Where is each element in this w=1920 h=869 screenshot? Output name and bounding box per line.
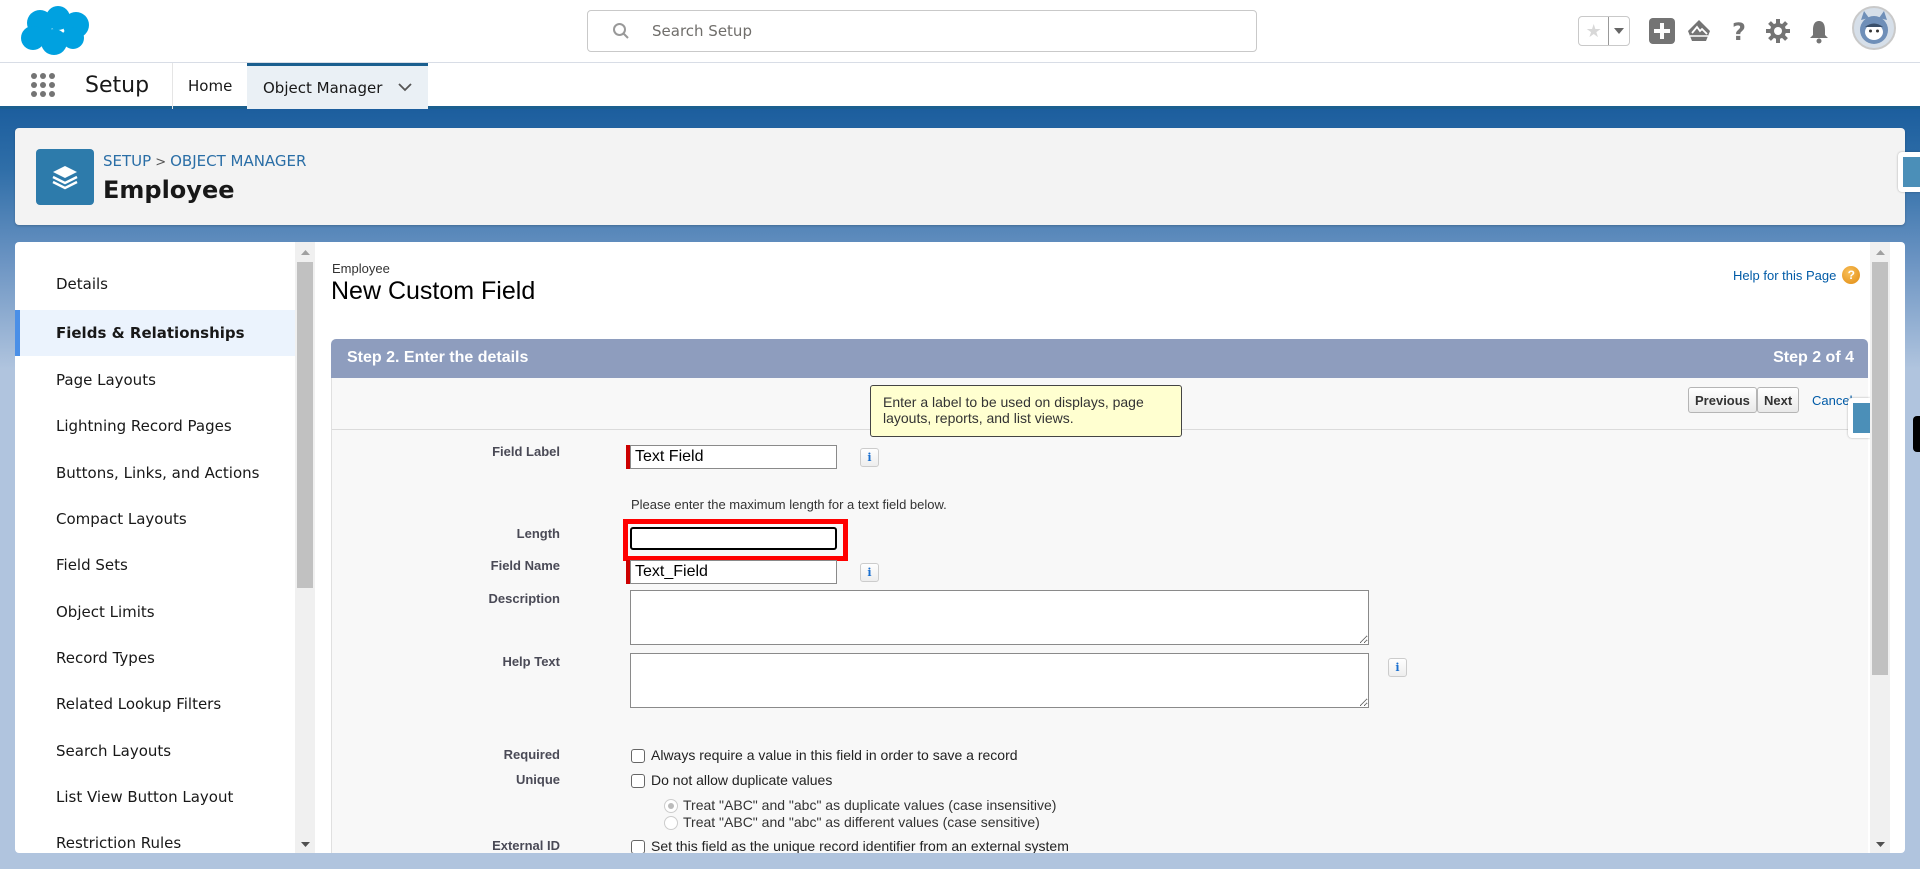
help-for-this-page-link[interactable]: Help for this Page ? xyxy=(1733,266,1861,284)
sidebar-item-restriction-rules[interactable]: Restriction Rules xyxy=(15,820,295,853)
case-insensitive-text: Treat "ABC" and "abc" as duplicate value… xyxy=(683,797,1057,813)
sidebar-item-list-view-button-layout[interactable]: List View Button Layout xyxy=(15,774,295,820)
required-label: Required xyxy=(503,747,560,762)
help-link-label[interactable]: Help for this Page xyxy=(1733,268,1836,283)
object-title: Employee xyxy=(103,176,235,204)
unique-label: Unique xyxy=(515,772,560,787)
object-header: SETUP > OBJECT MANAGER Employee xyxy=(15,128,1905,225)
field-label-input[interactable] xyxy=(630,445,837,469)
field-label-tooltip: Enter a label to be used on displays, pa… xyxy=(870,385,1182,437)
length-input[interactable] xyxy=(630,527,837,550)
breadcrumb-object-manager[interactable]: OBJECT MANAGER xyxy=(170,152,306,170)
form-button-row: Previous Next Cancel Enter a label to be… xyxy=(332,378,1869,437)
tab-home[interactable]: Home xyxy=(172,63,247,109)
main-scrollbar[interactable] xyxy=(1870,242,1890,853)
external-id-checkbox-text: Set this field as the unique record iden… xyxy=(651,838,1069,853)
sidebar-scrollbar[interactable] xyxy=(295,242,315,853)
layers-icon xyxy=(36,149,94,205)
app-name: Setup xyxy=(85,73,150,98)
panel-toggle-handle[interactable] xyxy=(1898,152,1920,192)
svg-text:?: ? xyxy=(1732,18,1746,44)
step-title: Step 2. Enter the details xyxy=(347,349,529,366)
object-label: Employee xyxy=(332,261,390,276)
sidebar-item-object-limits[interactable]: Object Limits xyxy=(15,589,295,635)
field-name-label: Field Name xyxy=(490,558,560,573)
app-launcher-icon[interactable] xyxy=(30,72,56,98)
case-insensitive-radio[interactable] xyxy=(664,799,678,813)
sidebar-item-details[interactable]: Details xyxy=(15,261,295,307)
step-header: Step 2. Enter the details Step 2 of 4 xyxy=(331,339,1868,378)
search-setup-box[interactable] xyxy=(587,10,1257,52)
favorites-dropdown-icon[interactable] xyxy=(1608,17,1629,45)
scroll-up-arrow-icon[interactable] xyxy=(1870,245,1890,259)
case-sensitive-radio[interactable] xyxy=(664,816,678,830)
cancel-link[interactable]: Cancel xyxy=(1812,393,1852,408)
tab-object-manager[interactable]: Object Manager xyxy=(247,63,428,109)
sidebar-item-lightning-record-pages[interactable]: Lightning Record Pages xyxy=(15,403,295,449)
required-checkbox[interactable] xyxy=(631,749,645,763)
setup-gear-icon[interactable] xyxy=(1765,18,1791,44)
next-button[interactable]: Next xyxy=(1757,387,1800,413)
help-text-label: Help Text xyxy=(502,654,560,669)
sidebar-item-compact-layouts[interactable]: Compact Layouts xyxy=(15,496,295,542)
external-id-checkbox[interactable] xyxy=(631,840,645,853)
field-label-label: Field Label xyxy=(492,444,560,459)
length-hint: Please enter the maximum length for a te… xyxy=(631,497,947,512)
help-icon[interactable]: ? xyxy=(1726,18,1752,44)
info-icon[interactable]: i xyxy=(1388,658,1407,677)
sidebar-item-field-sets[interactable]: Field Sets xyxy=(15,542,295,588)
info-icon[interactable]: i xyxy=(860,448,879,467)
global-actions-plus-icon[interactable] xyxy=(1649,18,1675,44)
edge-handle[interactable] xyxy=(1913,416,1920,452)
favorite-star-icon[interactable]: ★ xyxy=(1579,17,1608,45)
help-text-textarea[interactable] xyxy=(630,653,1369,708)
description-label: Description xyxy=(488,591,560,606)
global-header: ★ ? xyxy=(0,0,1920,63)
description-textarea[interactable] xyxy=(630,590,1369,645)
required-checkbox-text: Always require a value in this field in … xyxy=(651,747,1018,763)
object-sidebar: Details Fields & Relationships Page Layo… xyxy=(15,242,315,853)
sidebar-item-buttons-links-actions[interactable]: Buttons, Links, and Actions xyxy=(15,450,295,496)
notifications-bell-icon[interactable] xyxy=(1806,18,1832,44)
page-title: New Custom Field xyxy=(331,277,536,305)
sidebar-item-page-layouts[interactable]: Page Layouts xyxy=(15,357,295,403)
scroll-up-arrow-icon[interactable] xyxy=(295,245,315,259)
external-id-label: External ID xyxy=(492,838,560,853)
sidebar-item-record-types[interactable]: Record Types xyxy=(15,635,295,681)
breadcrumb-separator: > xyxy=(155,155,167,170)
sidebar-item-search-layouts[interactable]: Search Layouts xyxy=(15,728,295,774)
scroll-down-arrow-icon[interactable] xyxy=(295,837,315,851)
tab-object-manager-label: Object Manager xyxy=(263,78,383,97)
field-name-input[interactable] xyxy=(630,560,837,584)
search-input[interactable] xyxy=(652,19,1232,43)
breadcrumb: SETUP > OBJECT MANAGER xyxy=(103,152,306,170)
inner-panel-toggle-handle[interactable] xyxy=(1848,398,1870,438)
user-avatar[interactable] xyxy=(1852,6,1896,50)
unique-checkbox[interactable] xyxy=(631,774,645,788)
field-details-form: Previous Next Cancel Enter a label to be… xyxy=(331,378,1869,853)
main-scroll-thumb[interactable] xyxy=(1872,262,1888,675)
previous-button[interactable]: Previous xyxy=(1688,387,1757,413)
trailhead-icon[interactable] xyxy=(1686,18,1712,44)
favorites-control[interactable]: ★ xyxy=(1578,16,1630,46)
length-label: Length xyxy=(516,526,560,541)
scroll-down-arrow-icon[interactable] xyxy=(1870,837,1890,851)
sidebar-scroll-thumb[interactable] xyxy=(297,262,313,588)
breadcrumb-setup[interactable]: SETUP xyxy=(103,152,151,170)
info-icon[interactable]: i xyxy=(860,563,879,582)
sidebar-item-fields-relationships[interactable]: Fields & Relationships xyxy=(15,310,295,356)
step-counter: Step 2 of 4 xyxy=(1773,349,1854,366)
app-nav-bar: Setup Home Object Manager xyxy=(0,63,1920,109)
salesforce-cloud-logo[interactable] xyxy=(18,6,94,56)
unique-checkbox-text: Do not allow duplicate values xyxy=(651,772,833,788)
search-icon xyxy=(613,23,629,39)
case-sensitive-text: Treat "ABC" and "abc" as different value… xyxy=(683,814,1040,830)
chevron-down-icon[interactable] xyxy=(398,80,412,94)
main-content: Employee New Custom Field Help for this … xyxy=(315,242,1905,853)
sidebar-item-related-lookup-filters[interactable]: Related Lookup Filters xyxy=(15,681,295,727)
help-question-icon[interactable]: ? xyxy=(1842,266,1861,284)
